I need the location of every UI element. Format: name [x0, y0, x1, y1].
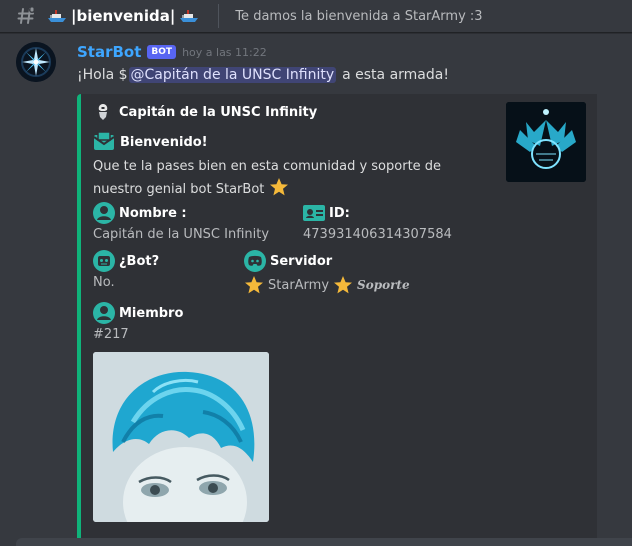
greeting-text: ¡Hola $ — [77, 67, 128, 83]
star-icon — [334, 276, 353, 294]
embed-author-name[interactable]: Capitán de la UNSC Infinity — [119, 105, 317, 120]
anime-character-image — [93, 352, 269, 522]
username[interactable]: StarBot — [77, 43, 141, 61]
user-mention[interactable]: @Capitán de la UNSC Infinity — [128, 67, 337, 83]
embed-author: Capitán de la UNSC Infinity — [93, 102, 317, 122]
embed-title: Bienvenido! — [93, 131, 208, 153]
field-value-nombre: Capitán de la UNSC Infinity — [93, 227, 270, 242]
field-value-servidor: StarArmy Soporte — [244, 275, 410, 295]
field-name-label-id: ID: — [303, 202, 350, 224]
avatar[interactable] — [16, 42, 56, 82]
bot-tag: BOT — [147, 45, 177, 59]
embed-title-text: Bienvenido! — [120, 134, 208, 150]
starbot-logo-icon — [16, 42, 56, 82]
field-value-miembro: #217 — [93, 327, 129, 342]
hash-icon — [17, 7, 35, 24]
discord-icon — [244, 250, 266, 272]
user-icon — [93, 202, 115, 224]
mail-icon — [93, 131, 115, 150]
field-value-id: 473931406314307584 — [303, 227, 452, 242]
support-badge: Soporte — [357, 278, 410, 292]
unsc-emblem-icon — [506, 102, 586, 182]
id-card-icon — [303, 205, 325, 221]
unsc-thumbnail[interactable] — [506, 102, 586, 182]
channel-name-label: |bienvenida| — [71, 7, 176, 25]
ship-icon — [180, 10, 199, 22]
channel-topic[interactable]: Te damos la bienvenida a StarArmy :3 — [235, 9, 482, 24]
field-name-label-bot: ¿Bot? — [93, 250, 159, 272]
embed-description: Que te la pases bien en esta comunidad y… — [93, 159, 442, 197]
message-input[interactable] — [16, 538, 632, 546]
ship-icon — [48, 10, 66, 22]
field-name-label-servidor: Servidor — [244, 250, 332, 272]
timestamp[interactable]: hoy a las 11:22 — [182, 46, 267, 59]
header-divider — [218, 4, 220, 28]
user-icon — [93, 302, 115, 324]
star-icon — [269, 178, 288, 196]
message-header: StarBot BOT hoy a las 11:22 — [77, 43, 267, 61]
field-name-label-miembro: Miembro — [93, 302, 183, 324]
author-avatar-icon — [93, 102, 113, 122]
channel-name[interactable]: |bienvenida| — [46, 7, 200, 25]
field-value-bot: No. — [93, 275, 115, 290]
server-name: StarArmy — [268, 277, 330, 293]
message-content: ¡Hola $ @Capitán de la UNSC Infinity a e… — [77, 67, 449, 83]
member-avatar-image[interactable] — [93, 352, 269, 522]
robot-icon — [93, 250, 115, 272]
channel-header: |bienvenida| Te damos la bienvenida a St… — [0, 0, 632, 33]
greeting-end-text: a esta armada! — [342, 67, 449, 83]
field-name-label-nombre: Nombre : — [93, 202, 187, 224]
star-icon — [245, 276, 263, 294]
welcome-embed: Capitán de la UNSC Infinity Bienvenido! … — [77, 94, 597, 546]
